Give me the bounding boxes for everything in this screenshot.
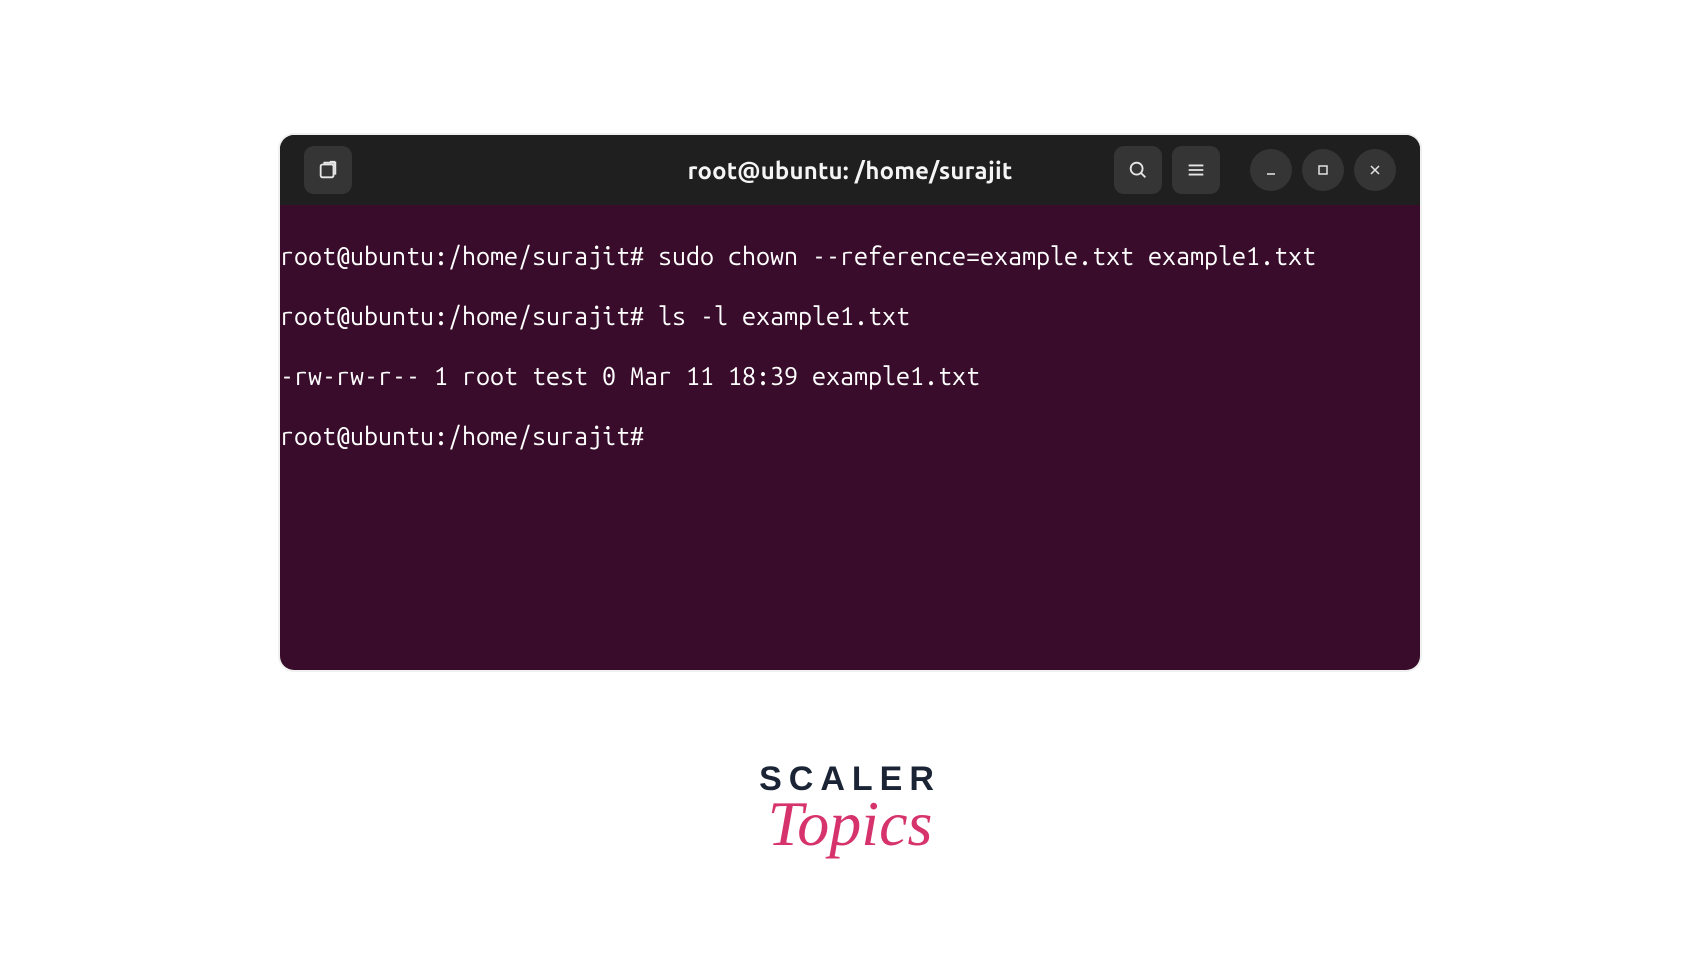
scaler-topics-logo: SCALER Topics xyxy=(759,760,941,851)
terminal-line: root@ubuntu:/home/surajit# xyxy=(280,421,1420,451)
window-title: root@ubuntu: /home/surajit xyxy=(688,157,1013,184)
new-tab-icon xyxy=(317,159,339,181)
close-icon xyxy=(1367,162,1383,178)
terminal-line: root@ubuntu:/home/surajit# ls -l example… xyxy=(280,301,1420,331)
search-icon xyxy=(1127,159,1149,181)
menu-button[interactable] xyxy=(1172,146,1220,194)
terminal-line: -rw-rw-r-- 1 root test 0 Mar 11 18:39 ex… xyxy=(280,361,1420,391)
close-button[interactable] xyxy=(1354,149,1396,191)
hamburger-icon xyxy=(1185,159,1207,181)
terminal-body[interactable]: root@ubuntu:/home/surajit# sudo chown --… xyxy=(280,205,1420,670)
minimize-button[interactable] xyxy=(1250,149,1292,191)
titlebar: root@ubuntu: /home/surajit xyxy=(280,135,1420,205)
new-tab-button[interactable] xyxy=(304,146,352,194)
minimize-icon xyxy=(1263,162,1279,178)
terminal-window: root@ubuntu: /home/surajit xyxy=(280,135,1420,670)
maximize-button[interactable] xyxy=(1302,149,1344,191)
terminal-line: root@ubuntu:/home/surajit# sudo chown --… xyxy=(280,241,1420,271)
logo-line-2: Topics xyxy=(768,797,933,851)
maximize-icon xyxy=(1315,162,1331,178)
search-button[interactable] xyxy=(1114,146,1162,194)
